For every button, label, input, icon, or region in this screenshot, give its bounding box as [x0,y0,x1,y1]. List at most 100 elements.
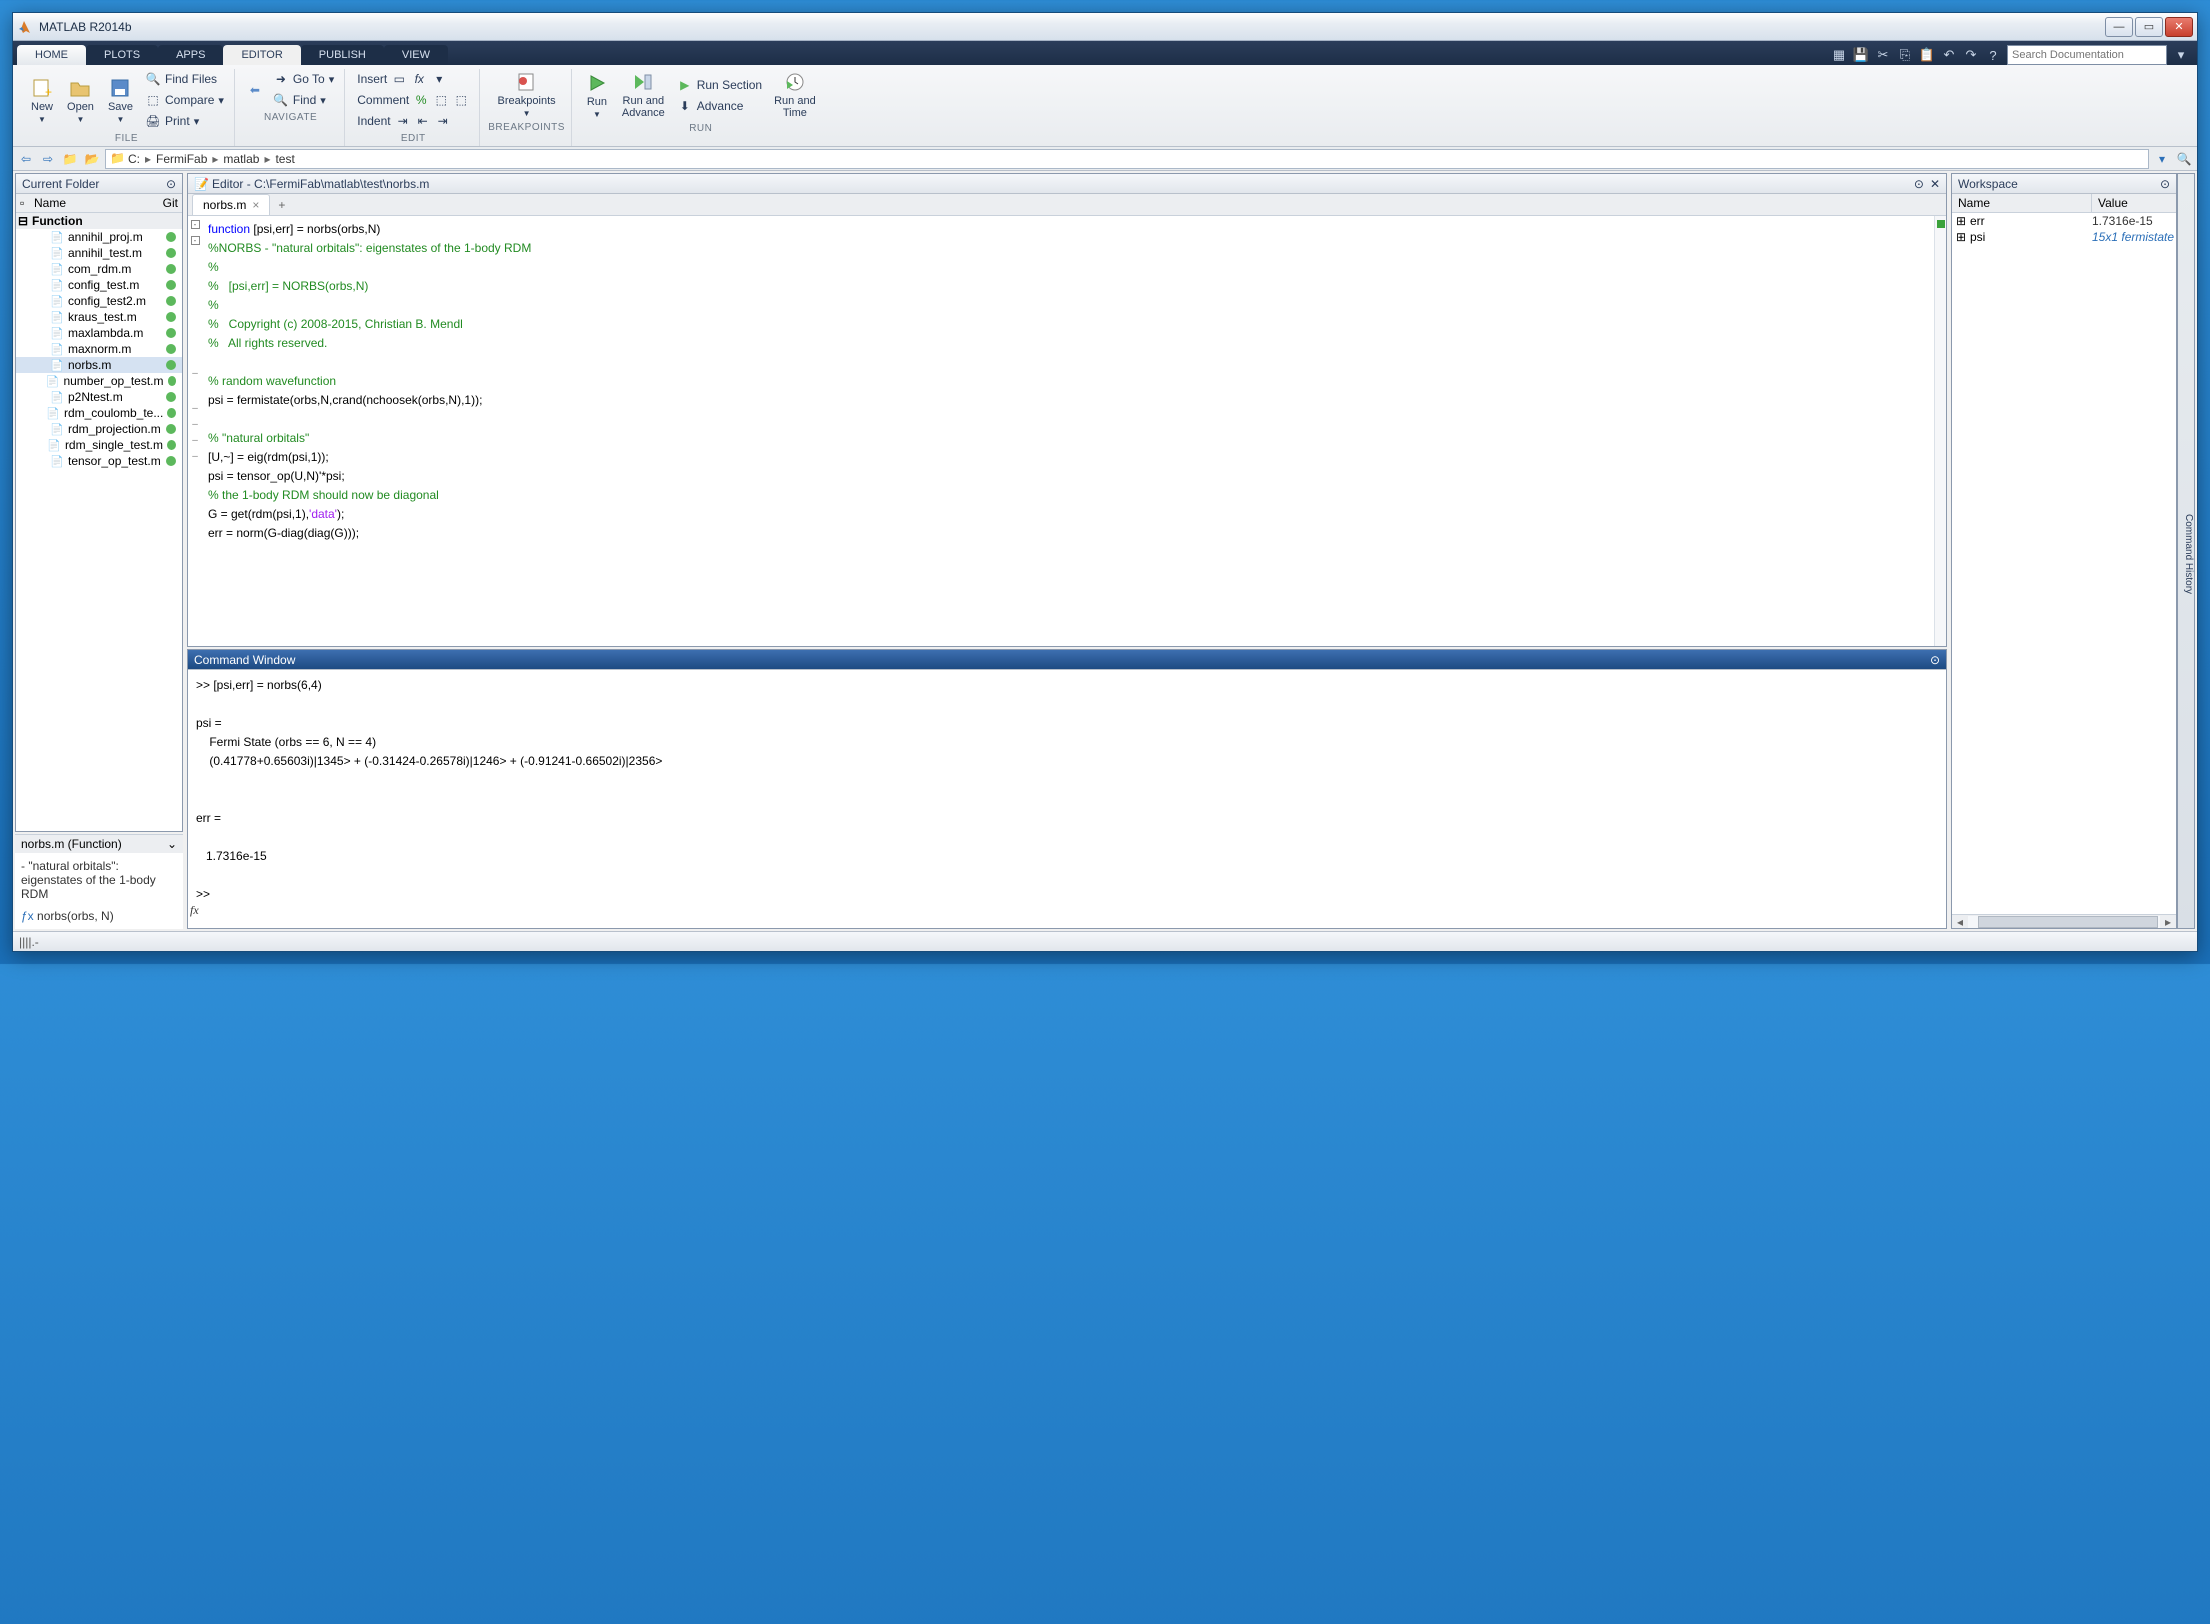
help-icon[interactable]: ? [1985,47,2001,63]
undo-icon[interactable]: ↶ [1941,47,1957,63]
tree-expand-icon[interactable]: ▫ [20,196,34,210]
paste-icon[interactable]: 📋 [1919,47,1935,63]
workspace-scrollbar[interactable]: ◂ ▸ [1952,914,2176,928]
command-window-header[interactable]: Command Window⊙ [188,650,1946,670]
file-row[interactable]: 📄norbs.m [16,357,182,373]
current-folder-header[interactable]: Current Folder⊙ [16,174,182,194]
chevron-down-icon[interactable]: ⌄ [167,837,177,851]
nav-back-button[interactable]: ⬅ [243,80,267,100]
editor-file-icon: 📝 [194,177,209,191]
tab-home[interactable]: HOME [17,45,86,65]
nav-back-icon[interactable]: ⇦ [17,150,35,168]
mfile-icon: 📄 [46,406,60,420]
address-bar: ⇦ ⇨ 📁 📂 📁 C:▸ FermiFab▸ matlab▸ test ▾ 🔍 [13,147,2197,171]
svg-text:+: + [45,85,52,99]
fx-prompt-icon[interactable]: fx [190,901,199,920]
code-area[interactable]: -- – –– –– function [psi,err] = norbs(or… [188,216,1946,646]
workspace-var-row[interactable]: ⊞psi15x1 fermistate [1952,229,2176,245]
scroll-thumb[interactable] [1978,916,2158,928]
mfile-icon: 📄 [47,438,61,452]
tab-plots[interactable]: PLOTS [86,45,158,65]
redo-icon[interactable]: ↷ [1963,47,1979,63]
find-files-button[interactable]: 🔍Find Files [141,69,228,89]
panel-menu-icon[interactable]: ⊙ [166,177,176,191]
panel-close-icon[interactable]: ✕ [1930,177,1940,191]
tab-apps[interactable]: APPS [158,45,223,65]
close-button[interactable]: ✕ [2165,17,2193,37]
tab-add-button[interactable]: + [270,195,293,215]
nav-up-icon[interactable]: 📁 [61,150,79,168]
print-button[interactable]: 🖨Print ▾ [141,111,228,131]
tab-publish[interactable]: PUBLISH [301,45,384,65]
file-row[interactable]: 📄annihil_proj.m [16,229,182,245]
tree-group-function[interactable]: ⊟Function [16,213,182,229]
mfile-icon: 📄 [50,342,64,356]
indent-button[interactable]: Indent ⇥ ⇤ ⇥ [353,111,473,131]
file-row[interactable]: 📄p2Ntest.m [16,389,182,405]
tab-view[interactable]: VIEW [384,45,448,65]
comment-button[interactable]: Comment % ⬚ ⬚ [353,90,473,110]
new-button[interactable]: +New▼ [25,75,59,126]
workspace-var-row[interactable]: ⊞err1.7316e-15 [1952,213,2176,229]
find-button[interactable]: 🔍Find ▾ [269,90,338,110]
command-window-body[interactable]: >> [psi,err] = norbs(6,4) psi = Fermi St… [188,670,1946,928]
editor-header[interactable]: 📝 Editor - C:\FermiFab\matlab\test\norbs… [188,174,1946,194]
run-section-button[interactable]: ▶Run Section [673,75,766,95]
save-button[interactable]: Save▼ [102,75,139,126]
run-advance-button[interactable]: Run and Advance [616,69,671,121]
git-status-dot [168,376,176,386]
panel-menu-icon[interactable]: ⊙ [1930,653,1940,667]
code-ok-indicator [1937,220,1945,228]
file-row[interactable]: 📄maxnorm.m [16,341,182,357]
nav-browse-icon[interactable]: 📂 [83,150,101,168]
minimize-button[interactable]: — [2105,17,2133,37]
open-button[interactable]: Open▼ [61,75,100,126]
scroll-right-icon[interactable]: ▸ [2160,915,2176,929]
tab-editor[interactable]: EDITOR [223,45,300,65]
panel-menu-icon[interactable]: ⊙ [2160,177,2170,191]
fold-gutter[interactable]: -- – –– –– [188,216,202,646]
code-text[interactable]: function [psi,err] = norbs(orbs,N) %NORB… [202,216,1934,646]
file-row[interactable]: 📄rdm_coulomb_te... [16,405,182,421]
git-status-dot [166,232,176,242]
file-row[interactable]: 📄tensor_op_test.m [16,453,182,469]
advance-button[interactable]: ⬇Advance [673,96,766,116]
breakpoints-button[interactable]: Breakpoints▼ [492,69,562,120]
save-layout-icon[interactable]: 💾 [1853,47,1869,63]
copy-icon[interactable]: ⎘ [1897,47,1913,63]
goto-button[interactable]: ➜Go To ▾ [269,69,338,89]
insert-button[interactable]: Insert ▭ fx ▾ [353,69,473,89]
compare-button[interactable]: ⬚Compare ▾ [141,90,228,110]
panel-menu-icon[interactable]: ⊙ [1914,177,1924,191]
file-row[interactable]: 📄rdm_projection.m [16,421,182,437]
file-tree: ⊟Function 📄annihil_proj.m📄annihil_test.m… [16,213,182,831]
command-history-tab[interactable]: Command History [2177,173,2195,929]
breadcrumb-dropdown-icon[interactable]: ▾ [2153,150,2171,168]
tab-close-icon[interactable]: × [252,198,259,212]
run-time-button[interactable]: Run and Time [768,69,822,121]
group-edit: Insert ▭ fx ▾ Comment % ⬚ ⬚ Indent ⇥ ⇤ ⇥… [347,69,480,146]
folder-icon: 📁 [110,151,126,167]
mfile-icon: 📄 [50,310,64,324]
nav-fwd-icon[interactable]: ⇨ [39,150,57,168]
file-row[interactable]: 📄annihil_test.m [16,245,182,261]
collapse-ribbon-icon[interactable]: ▾ [2173,47,2189,63]
search-documentation-input[interactable] [2007,45,2167,65]
file-row[interactable]: 📄config_test2.m [16,293,182,309]
search-folder-icon[interactable]: 🔍 [2175,150,2193,168]
workspace-header[interactable]: Workspace⊙ [1952,174,2176,194]
breadcrumb[interactable]: 📁 C:▸ FermiFab▸ matlab▸ test [105,149,2149,169]
file-tab-norbs[interactable]: norbs.m× [192,194,270,215]
run-button[interactable]: Run▼ [580,70,614,121]
file-row[interactable]: 📄com_rdm.m [16,261,182,277]
file-row[interactable]: 📄maxlambda.m [16,325,182,341]
scroll-left-icon[interactable]: ◂ [1952,915,1968,929]
file-row[interactable]: 📄kraus_test.m [16,309,182,325]
file-row[interactable]: 📄number_op_test.m [16,373,182,389]
file-row[interactable]: 📄rdm_single_test.m [16,437,182,453]
cut-icon[interactable]: ✂ [1875,47,1891,63]
file-row[interactable]: 📄config_test.m [16,277,182,293]
layout-icon[interactable]: ▦ [1831,47,1847,63]
function-detail-panel: norbs.m (Function)⌄ - "natural orbitals"… [15,834,183,929]
maximize-button[interactable]: ▭ [2135,17,2163,37]
